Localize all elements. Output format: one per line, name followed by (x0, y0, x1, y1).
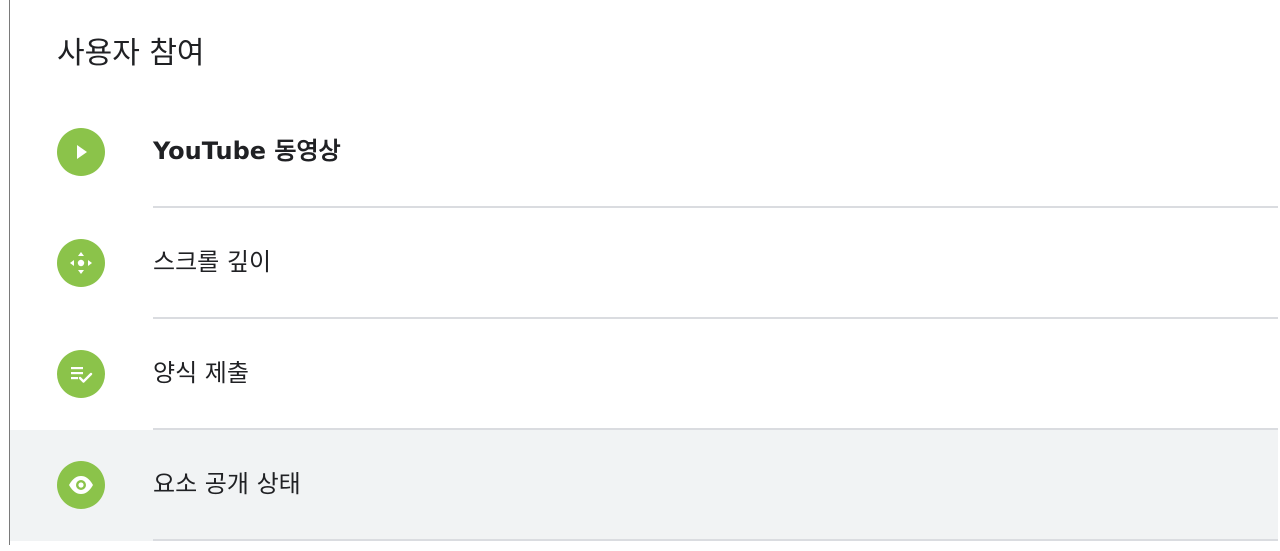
trigger-item-label: YouTube 동영상 (153, 137, 341, 165)
divider (153, 539, 1278, 541)
eye-icon (57, 461, 105, 509)
form-check-icon (57, 350, 105, 398)
trigger-item-youtube-video[interactable]: YouTube 동영상 (10, 97, 1278, 208)
trigger-item-label: 요소 공개 상태 (153, 470, 301, 498)
trigger-item-form-submission[interactable]: 양식 제출 (10, 319, 1278, 430)
play-icon (57, 128, 105, 176)
trigger-type-list: YouTube 동영상 스크롤 깊이 양식 제출 요소 공개 상태 (10, 97, 1278, 541)
trigger-item-label: 양식 제출 (153, 359, 249, 387)
move-arrows-icon (57, 239, 105, 287)
trigger-item-scroll-depth[interactable]: 스크롤 깊이 (10, 208, 1278, 319)
trigger-item-label: 스크롤 깊이 (153, 248, 272, 276)
trigger-item-element-visibility[interactable]: 요소 공개 상태 (10, 430, 1278, 541)
user-engagement-panel: 사용자 참여 YouTube 동영상 스크롤 깊이 양식 제출 요소 공개 상태 (0, 0, 1280, 551)
section-title: 사용자 참여 (57, 36, 205, 71)
